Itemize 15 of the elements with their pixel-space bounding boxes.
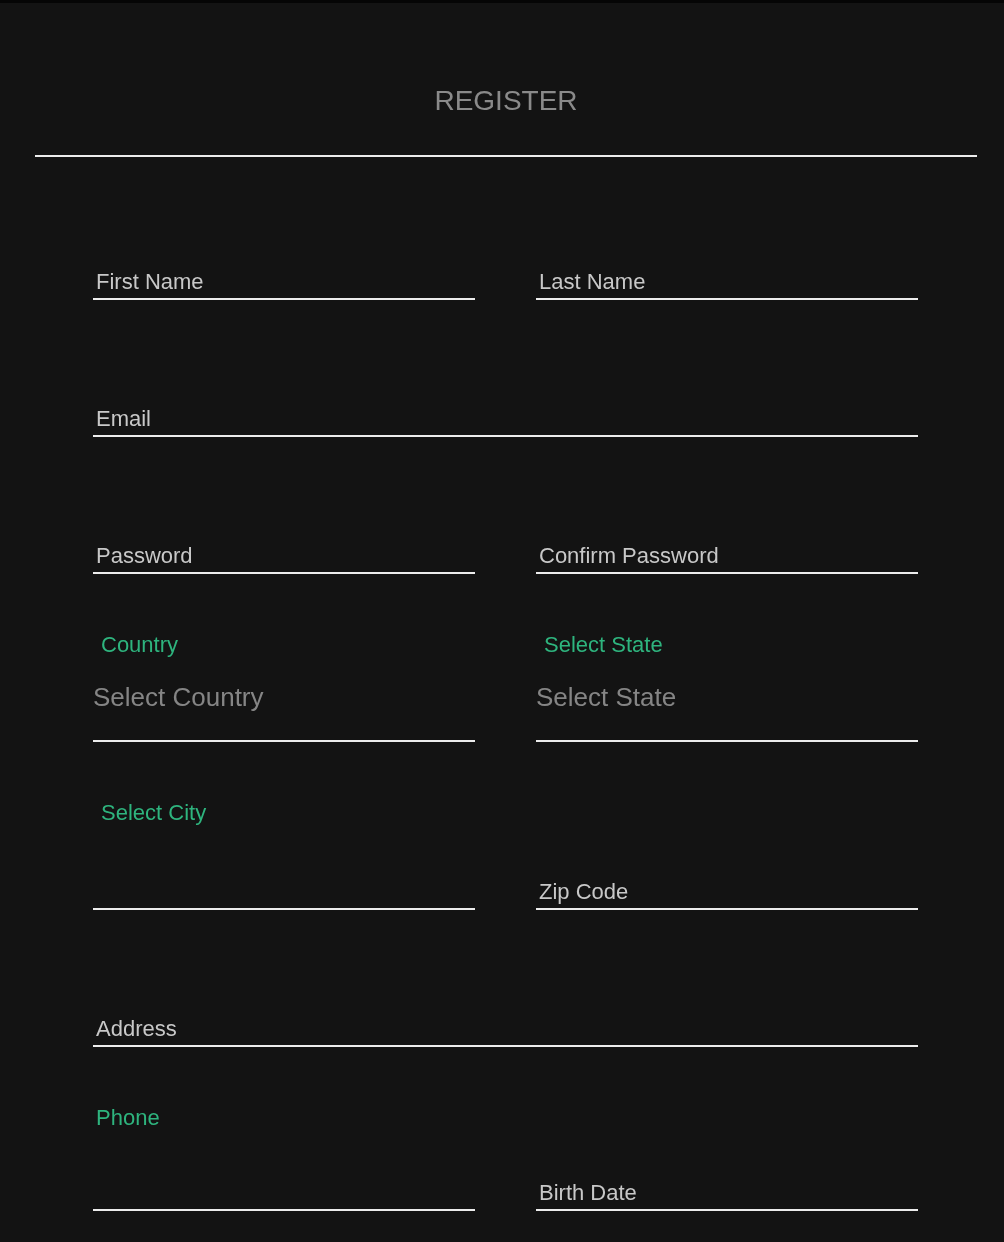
text-field[interactable]: Zip Code (536, 877, 918, 910)
field-label: Select State (544, 632, 663, 658)
field-label: Select City (101, 800, 207, 826)
text-field[interactable]: Password (93, 541, 475, 574)
field-label: Country (101, 632, 179, 658)
text-field[interactable]: Birth Date (536, 1178, 918, 1211)
field-label: Phone (96, 1105, 160, 1131)
text-field[interactable]: Last Name (536, 267, 918, 300)
select-field[interactable]: Select State (536, 658, 918, 742)
text-field[interactable]: Email (93, 404, 918, 437)
select-field[interactable]: Select Country (93, 658, 475, 742)
text-field[interactable]: Confirm Password (536, 541, 918, 574)
text-field[interactable]: Address (93, 1014, 918, 1047)
text-field[interactable]: First Name (93, 267, 475, 300)
page-title: REGISTER (434, 84, 578, 118)
